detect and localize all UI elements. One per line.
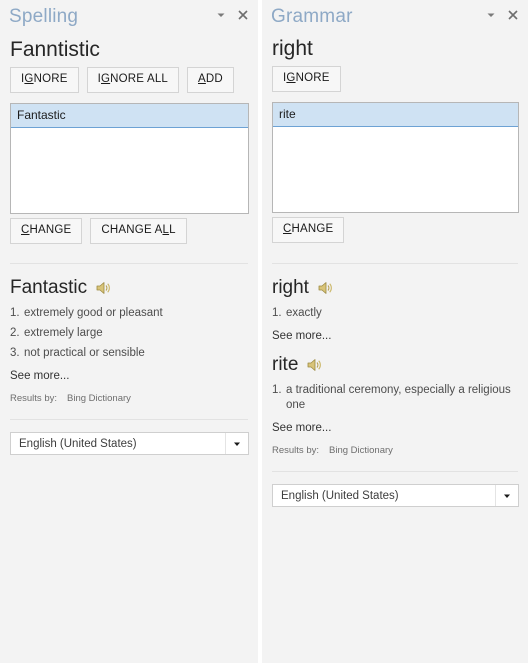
spelling-action-buttons: IGNORE IGNORE ALL ADD	[10, 67, 249, 93]
spelling-grammar-task-panes: Spelling Fanntistic IGNORE IGNORE ALL AD…	[0, 0, 528, 663]
spelling-language-wrap: English (United States)	[10, 432, 249, 455]
grammar-pane: Grammar right IGNORE rite CHANGE right 1…	[262, 0, 528, 663]
see-more-link[interactable]: See more...	[10, 369, 69, 384]
spelling-pane-title-row: Spelling	[9, 0, 249, 34]
add-label-post: DD	[205, 73, 223, 85]
grammar-divider-top	[272, 263, 518, 264]
language-select[interactable]: English (United States)	[272, 484, 519, 507]
grammar-suggestions-list[interactable]: rite	[272, 102, 519, 213]
language-select-value: English (United States)	[19, 437, 137, 450]
ignore-label-accel: G	[24, 73, 34, 85]
grammar-dictionary-word-row: right	[272, 276, 519, 300]
list-item[interactable]: rite	[273, 103, 518, 127]
speaker-icon[interactable]	[307, 358, 322, 372]
chevron-down-icon[interactable]	[215, 9, 227, 21]
definition-text: extremely large	[24, 327, 103, 339]
change-label-post: HANGE	[29, 224, 72, 236]
ignore-all-label-accel: G	[101, 73, 111, 85]
definition-text: a traditional ceremony, especially a rel…	[286, 384, 511, 411]
ignore-label-accel: G	[286, 72, 296, 84]
language-select-value: English (United States)	[281, 489, 399, 502]
results-by-label: Results by:	[10, 393, 57, 404]
definition-item: 1. extremely good or pleasant	[10, 306, 249, 321]
spelling-divider-top	[10, 263, 248, 264]
grammar-divider-bottom	[272, 471, 518, 472]
grammar-pane-title-buttons	[485, 9, 519, 21]
change-button[interactable]: CHANGE	[272, 217, 345, 243]
add-label-accel: A	[198, 73, 206, 85]
grammar-dictionary-word-row: rite	[272, 353, 519, 377]
ignore-button[interactable]: IGNORE	[10, 67, 79, 93]
chevron-down-icon[interactable]	[225, 433, 248, 454]
ignore-button[interactable]: IGNORE	[272, 66, 341, 92]
spelling-flagged-word: Fanntistic	[10, 38, 100, 61]
close-icon[interactable]	[237, 9, 249, 21]
see-more-link[interactable]: See more...	[272, 421, 331, 436]
spelling-pane: Spelling Fanntistic IGNORE IGNORE ALL AD…	[0, 0, 258, 663]
add-button[interactable]: ADD	[187, 67, 234, 93]
change-all-label-post: L	[169, 224, 176, 236]
change-label-accel: C	[21, 224, 30, 236]
change-label-post: HANGE	[291, 223, 334, 235]
definition-text: exactly	[286, 307, 322, 319]
change-label-accel: C	[283, 223, 292, 235]
spelling-suggestions-list[interactable]: Fantastic	[10, 103, 249, 214]
definition-text: extremely good or pleasant	[24, 307, 163, 319]
grammar-definitions-rite: 1. a traditional ceremony, especially a …	[272, 383, 519, 413]
definition-number: 1.	[272, 384, 282, 396]
ignore-label-post: NORE	[33, 73, 68, 85]
definition-item: 3. not practical or sensible	[10, 346, 249, 361]
chevron-down-icon[interactable]	[485, 9, 497, 21]
definition-item: 1. a traditional ceremony, especially a …	[272, 383, 519, 413]
dictionary-word: rite	[272, 354, 299, 375]
definition-number: 3.	[10, 347, 20, 359]
spelling-divider-bottom	[10, 419, 248, 420]
ignore-all-label-post: NORE ALL	[110, 73, 169, 85]
results-by-source: Bing Dictionary	[67, 393, 131, 404]
change-button[interactable]: CHANGE	[10, 218, 83, 244]
speaker-icon[interactable]	[96, 281, 111, 295]
ignore-all-button[interactable]: IGNORE ALL	[86, 67, 180, 93]
spelling-results-by: Results by: Bing Dictionary	[10, 393, 249, 405]
grammar-pane-title-row: Grammar	[271, 0, 519, 34]
grammar-results-by: Results by: Bing Dictionary	[272, 445, 519, 457]
close-icon[interactable]	[507, 9, 519, 21]
chevron-down-icon[interactable]	[495, 485, 518, 506]
spelling-pane-title-buttons	[215, 9, 249, 21]
spelling-definitions: 1. extremely good or pleasant 2. extreme…	[10, 306, 249, 361]
definition-number: 2.	[10, 327, 20, 339]
spelling-change-buttons: CHANGE CHANGE ALL	[10, 218, 249, 244]
results-by-source: Bing Dictionary	[329, 445, 393, 456]
grammar-pane-title: Grammar	[271, 6, 353, 27]
grammar-definitions-right: 1. exactly	[272, 306, 519, 321]
speaker-icon[interactable]	[318, 281, 333, 295]
spelling-pane-title: Spelling	[9, 6, 79, 27]
grammar-action-buttons: IGNORE	[272, 66, 519, 92]
spelling-dictionary-word-row: Fantastic	[10, 276, 249, 300]
ignore-label-post: NORE	[295, 72, 330, 84]
definition-item: 1. exactly	[272, 306, 519, 321]
dictionary-word: Fantastic	[10, 277, 88, 298]
change-all-label-pre: CHANGE A	[101, 224, 163, 236]
results-by-label: Results by:	[272, 445, 319, 456]
change-all-button[interactable]: CHANGE ALL	[90, 218, 187, 244]
definition-number: 1.	[272, 307, 282, 319]
grammar-language-wrap: English (United States)	[272, 484, 519, 507]
dictionary-word: right	[272, 277, 309, 298]
grammar-flagged-word: right	[272, 37, 313, 60]
see-more-link[interactable]: See more...	[272, 329, 331, 344]
definition-item: 2. extremely large	[10, 326, 249, 341]
list-item[interactable]: Fantastic	[11, 104, 248, 128]
grammar-change-buttons: CHANGE	[272, 217, 519, 243]
definition-number: 1.	[10, 307, 20, 319]
language-select[interactable]: English (United States)	[10, 432, 249, 455]
definition-text: not practical or sensible	[24, 347, 145, 359]
